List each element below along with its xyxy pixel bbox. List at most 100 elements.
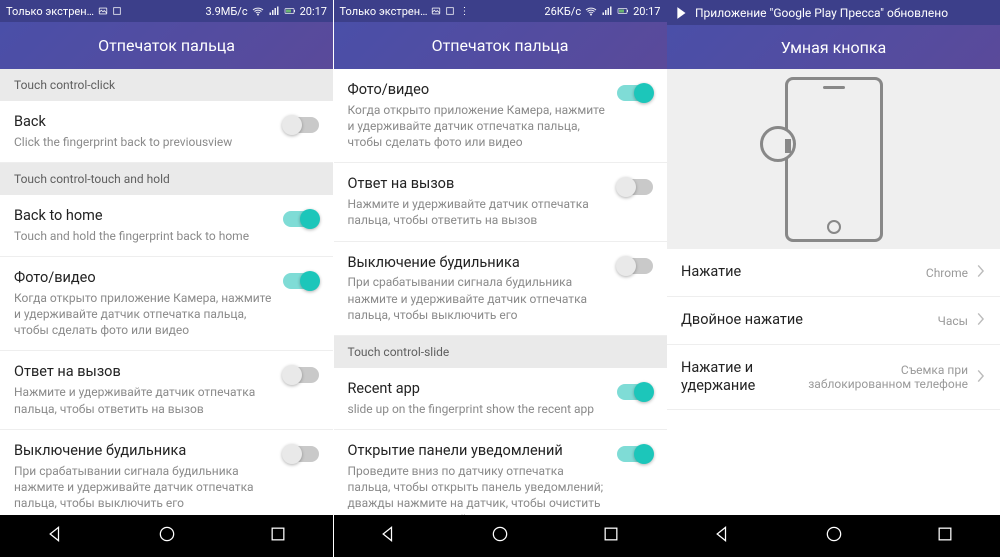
home-nav-icon[interactable] <box>824 524 844 548</box>
speed-text: 26КБ/с <box>544 5 581 18</box>
setting-subtitle: При срабатывании сигнала будильника нажм… <box>14 463 273 512</box>
toggle-switch[interactable] <box>283 117 319 133</box>
home-nav-icon[interactable] <box>157 524 177 548</box>
toggle-switch[interactable] <box>617 384 653 400</box>
setting-title: Ответ на вызов <box>14 363 273 382</box>
smart-button-row[interactable]: Нажатие и удержание Съемка при заблокиро… <box>667 345 1000 410</box>
section-header: Touch control-touch and hold <box>0 163 333 195</box>
image-icon <box>98 6 108 16</box>
recent-nav-icon[interactable] <box>601 524 621 548</box>
setting-title: Back to home <box>14 207 273 226</box>
screenshot-1: Только экстрен… 3.9МБ/с 20:17 Отпечаток … <box>0 0 333 557</box>
setting-title: Открытие панели уведомлений <box>348 442 607 461</box>
setting-title: Фото/видео <box>348 81 607 100</box>
setting-row[interactable]: Recent app slide up on the fingerprint s… <box>334 368 667 430</box>
smart-button-list: Нажатие Chrome Двойное нажатие Часы Нажа… <box>667 249 1000 515</box>
image-icon <box>431 6 441 16</box>
setting-subtitle: Click the fingerprint back to previousvi… <box>14 134 273 150</box>
speed-text: 3.9МБ/с <box>205 5 247 18</box>
action-label: Двойное нажатие <box>681 311 938 329</box>
play-store-icon <box>675 6 689 20</box>
toggle-switch[interactable] <box>283 273 319 289</box>
home-nav-icon[interactable] <box>490 524 510 548</box>
status-bar: Только экстрен… 3.9МБ/с 20:17 <box>0 0 333 22</box>
setting-subtitle: Когда открыто приложение Камера, нажмите… <box>348 102 607 151</box>
page-title: Умная кнопка <box>667 25 1000 69</box>
page-title: Отпечаток пальца <box>0 22 333 69</box>
action-value: Часы <box>938 314 968 328</box>
recent-nav-icon[interactable] <box>268 524 288 548</box>
action-label: Нажатие <box>681 263 926 281</box>
screenshot-3: Приложение "Google Play Пресса" обновлен… <box>667 0 1000 557</box>
wifi-icon <box>585 5 597 17</box>
battery-icon <box>284 5 296 17</box>
toggle-switch[interactable] <box>617 446 653 462</box>
phone-illustration <box>785 77 883 242</box>
android-navbar <box>0 515 333 557</box>
screenshot-icon <box>445 6 455 16</box>
setting-title: Выключение будильника <box>348 254 607 273</box>
battery-icon <box>617 5 629 17</box>
setting-row[interactable]: Ответ на вызов Нажмите и удерживайте дат… <box>334 163 667 241</box>
carrier-text: Только экстрен… <box>340 5 428 18</box>
settings-list[interactable]: Touch control-click Back Click the finge… <box>0 69 333 515</box>
settings-list[interactable]: Фото/видео Когда открыто приложение Каме… <box>334 69 667 515</box>
setting-row[interactable]: Back to home Touch and hold the fingerpr… <box>0 195 333 257</box>
action-label: Нажатие и удержание <box>681 359 798 395</box>
time-text: 20:17 <box>300 5 327 18</box>
toggle-switch[interactable] <box>283 446 319 462</box>
chevron-right-icon <box>976 263 986 282</box>
chevron-right-icon <box>976 311 986 330</box>
notification-banner[interactable]: Приложение "Google Play Пресса" обновлен… <box>667 0 1000 25</box>
back-nav-icon[interactable] <box>46 524 66 548</box>
android-navbar <box>334 515 667 557</box>
time-text: 20:17 <box>633 5 660 18</box>
notification-text: Приложение "Google Play Пресса" обновлен… <box>695 6 948 20</box>
setting-subtitle: При срабатывании сигнала будильника нажм… <box>348 274 607 323</box>
toggle-switch[interactable] <box>617 179 653 195</box>
setting-subtitle: Нажмите и удерживайте датчик отпечатка п… <box>348 196 607 228</box>
status-bar: Только экстрен… ⋮ 26КБ/с 20:17 <box>334 0 667 22</box>
setting-row[interactable]: Выключение будильника При срабатывании с… <box>334 242 667 336</box>
setting-subtitle: slide up on the fingerprint show the rec… <box>348 401 607 417</box>
screenshot-2: Только экстрен… ⋮ 26КБ/с 20:17 Отпечаток… <box>334 0 667 557</box>
page-title: Отпечаток пальца <box>334 22 667 69</box>
toggle-switch[interactable] <box>617 85 653 101</box>
chevron-right-icon <box>976 368 986 387</box>
back-nav-icon[interactable] <box>379 524 399 548</box>
setting-row[interactable]: Открытие панели уведомлений Проведите вн… <box>334 430 667 515</box>
recent-nav-icon[interactable] <box>935 524 955 548</box>
section-header: Touch control-click <box>0 69 333 101</box>
setting-subtitle: Нажмите и удерживайте датчик отпечатка п… <box>14 384 273 416</box>
screenshot-icon <box>112 6 122 16</box>
setting-row[interactable]: Выключение будильника При срабатывании с… <box>0 430 333 515</box>
setting-title: Фото/видео <box>14 269 273 288</box>
setting-subtitle: Touch and hold the fingerprint back to h… <box>14 228 273 244</box>
setting-row[interactable]: Фото/видео Когда открыто приложение Каме… <box>334 69 667 163</box>
setting-subtitle: Когда открыто приложение Камера, нажмите… <box>14 290 273 339</box>
setting-title: Выключение будильника <box>14 442 273 461</box>
signal-icon <box>268 5 280 17</box>
setting-row[interactable]: Back Click the fingerprint back to previ… <box>0 101 333 163</box>
lens-icon <box>760 126 796 162</box>
back-nav-icon[interactable] <box>713 524 733 548</box>
more-icon: ⋮ <box>459 6 469 17</box>
setting-title: Back <box>14 113 273 132</box>
setting-row[interactable]: Ответ на вызов Нажмите и удерживайте дат… <box>0 351 333 429</box>
action-value: Съемка при заблокированном телефоне <box>798 363 968 391</box>
setting-title: Ответ на вызов <box>348 175 607 194</box>
action-value: Chrome <box>926 266 968 280</box>
setting-title: Recent app <box>348 380 607 399</box>
toggle-switch[interactable] <box>283 211 319 227</box>
section-header: Touch control-slide <box>334 336 667 368</box>
toggle-switch[interactable] <box>283 367 319 383</box>
setting-row[interactable]: Фото/видео Когда открыто приложение Каме… <box>0 257 333 351</box>
toggle-switch[interactable] <box>617 258 653 274</box>
setting-subtitle: Проведите вниз по датчику отпечатка паль… <box>348 463 607 515</box>
wifi-icon <box>252 5 264 17</box>
smart-button-row[interactable]: Двойное нажатие Часы <box>667 297 1000 345</box>
android-navbar <box>667 515 1000 557</box>
illustration <box>667 69 1000 249</box>
signal-icon <box>601 5 613 17</box>
smart-button-row[interactable]: Нажатие Chrome <box>667 249 1000 297</box>
